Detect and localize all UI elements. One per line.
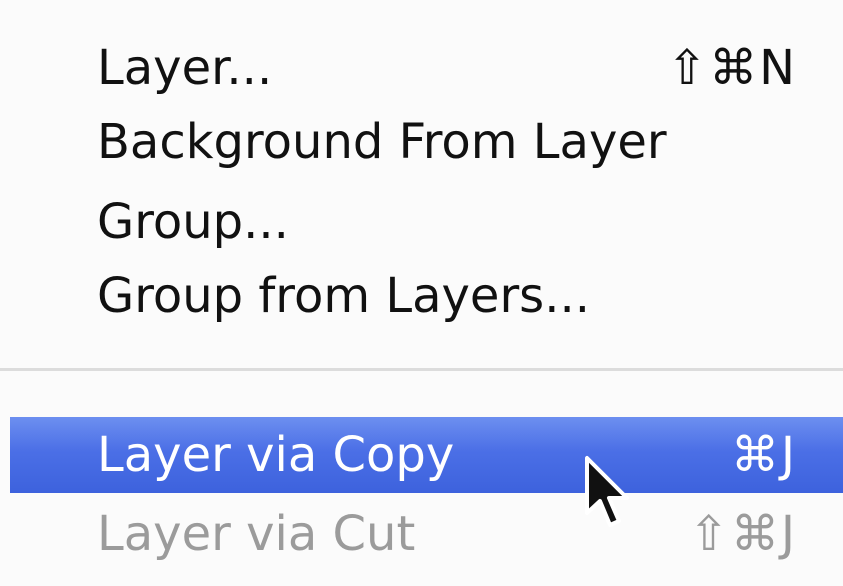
menu-item-label: Background From Layer [97, 114, 667, 170]
arrow-pointer-icon [585, 456, 629, 527]
menu-item-layer-via-cut: Layer via Cut ⇧⌘J [0, 496, 843, 572]
menu-item-label: Layer via Cut [97, 506, 416, 562]
menu-item-background-from-layer[interactable]: Background From Layer [0, 104, 843, 180]
menu-item-group[interactable]: Group... [0, 184, 843, 260]
menu-item-shortcut: ⌘J [730, 427, 797, 483]
menu-item-group-from-layers[interactable]: Group from Layers... [0, 258, 843, 334]
menu-item-shortcut: ⇧⌘J [688, 506, 797, 562]
menu-item-shortcut: ⇧⌘N [666, 40, 797, 96]
layer-new-submenu: Layer... ⇧⌘N Background From Layer Group… [0, 0, 843, 586]
menu-item-new-layer[interactable]: Layer... ⇧⌘N [0, 30, 843, 106]
menu-separator [0, 368, 843, 371]
menu-item-layer-via-copy[interactable]: Layer via Copy ⌘J [10, 417, 843, 493]
menu-item-label: Layer... [97, 40, 273, 96]
menu-item-label: Group from Layers... [97, 268, 590, 324]
menu-item-label: Group... [97, 194, 289, 250]
menu-item-label: Layer via Copy [97, 427, 455, 483]
